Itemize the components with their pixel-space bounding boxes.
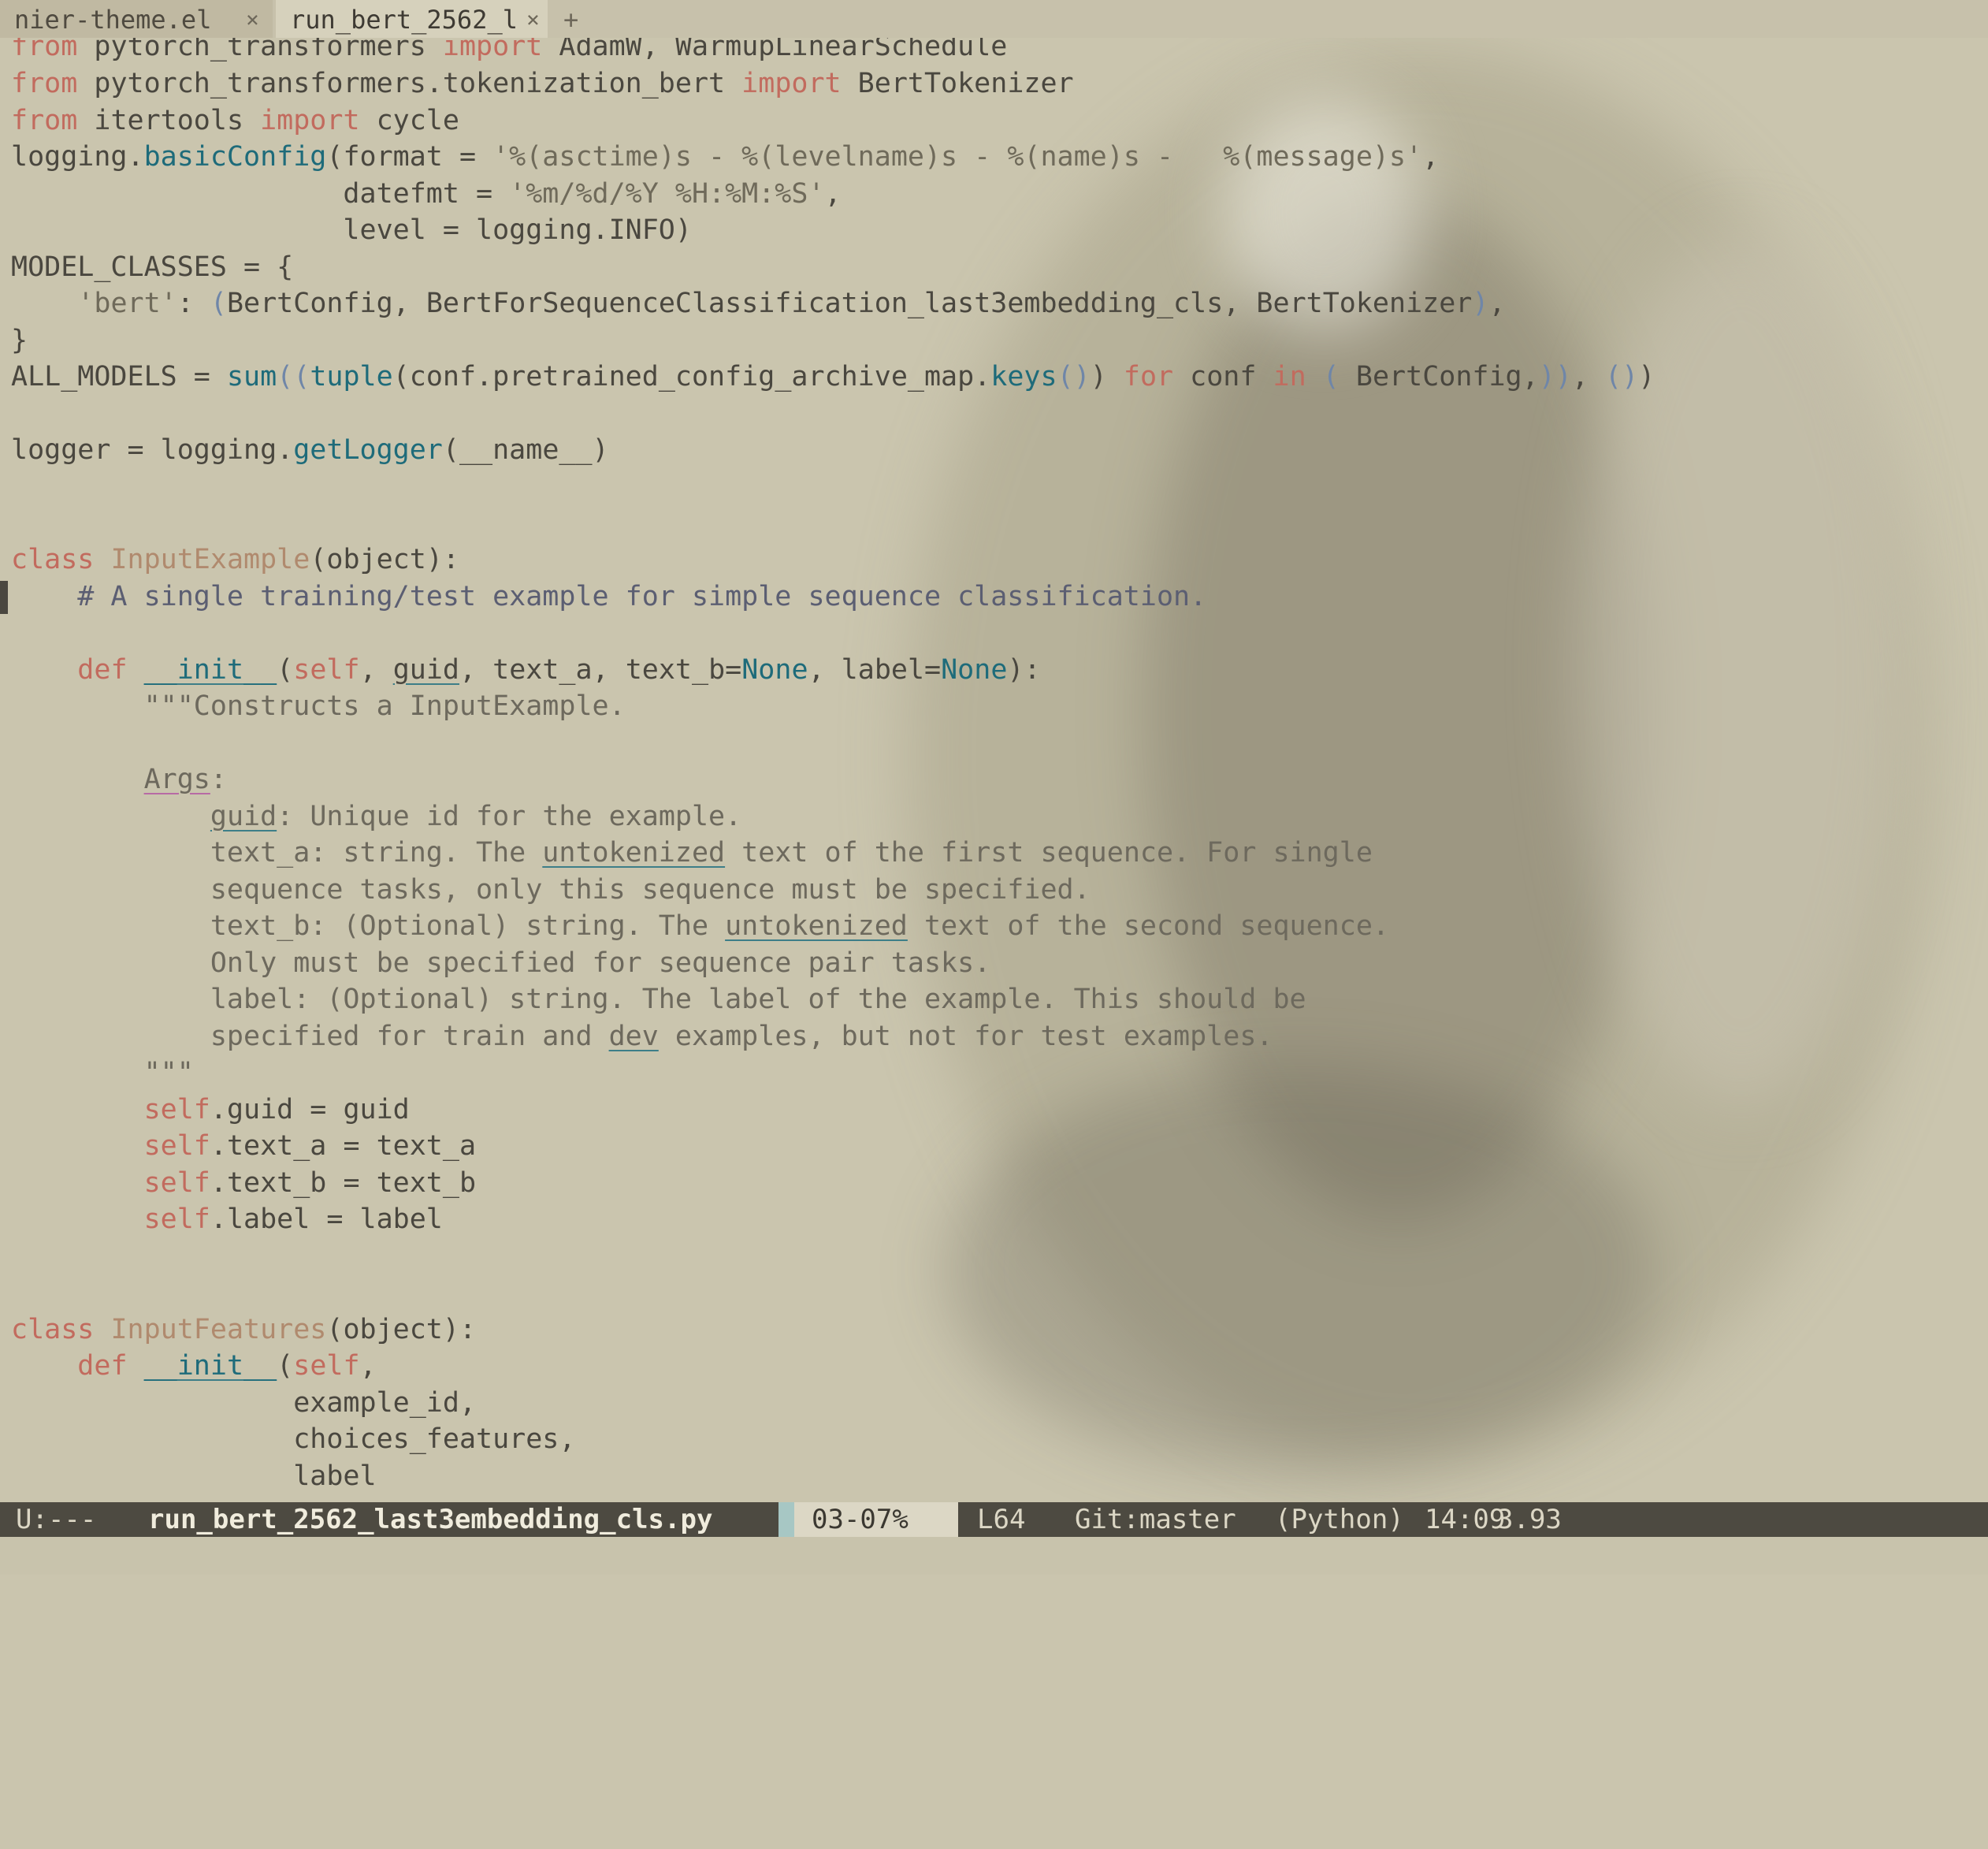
tab-label: nier-theme.el <box>14 5 212 35</box>
code-line: # A single training/test example for sim… <box>11 581 1207 612</box>
code-line: label <box>11 1460 377 1492</box>
code-line: ALL_MODELS = sum((tuple(conf.pretrained_… <box>11 361 1655 392</box>
code-line: level = logging.INFO) <box>11 214 692 246</box>
tab-run-bert[interactable]: run_bert_2562_l × <box>276 0 548 38</box>
tab-label: run_bert_2562_l <box>290 5 518 35</box>
tab-nier-theme[interactable]: nier-theme.el × <box>0 0 273 38</box>
clock: 14:09 <box>1425 1504 1506 1535</box>
new-tab-button[interactable]: + <box>563 0 578 38</box>
code-line: from itertools import cycle <box>11 105 459 136</box>
code-line: text_a: string. The untokenized text of … <box>11 837 1373 869</box>
code-line: """Constructs a InputExample. <box>11 690 626 722</box>
mode-line: U:--- run_bert_2562_last3embedding_cls.p… <box>0 1502 1988 1537</box>
modeline-separator <box>778 1502 794 1537</box>
code-line: logger = logging.getLogger(__name__) <box>11 434 609 466</box>
code-line: sequence tasks, only this sequence must … <box>11 874 1091 906</box>
code-line: 'bert': (BertConfig, BertForSequenceClas… <box>77 288 1506 319</box>
close-icon[interactable]: × <box>520 0 546 38</box>
code-editor[interactable]: from pytorch_transformers import AdamW, … <box>11 0 1981 1497</box>
code-line: specified for train and dev examples, bu… <box>11 1021 1273 1052</box>
code-line: def __init__(self, guid, text_a, text_b=… <box>77 654 1041 686</box>
code-line: self.text_b = text_b <box>143 1167 477 1199</box>
code-line: logging.basicConfig(format = '%(asctime)… <box>11 141 1440 173</box>
buffer-position: 03-07% <box>794 1502 958 1537</box>
code-line: MODEL_CLASSES = { <box>11 251 294 283</box>
code-line: datefmt = '%m/%d/%Y %H:%M:%S', <box>11 178 842 210</box>
code-line: self.label = label <box>143 1204 443 1235</box>
code-line: Only must be specified for sequence pair… <box>11 947 991 979</box>
code-line: Args: <box>143 764 227 795</box>
buffer-state: U:--- <box>16 1504 97 1535</box>
code-line: self.text_a = text_a <box>143 1130 477 1162</box>
code-line: choices_features, <box>11 1423 576 1455</box>
code-line: text_b: (Optional) string. The untokeniz… <box>11 910 1389 942</box>
code-line: """ <box>11 1057 194 1088</box>
code-line: self.guid = guid <box>143 1094 410 1125</box>
code-line: class InputExample(object): <box>11 544 459 575</box>
text-cursor <box>0 581 8 614</box>
load-average: 3.93 <box>1497 1504 1562 1535</box>
code-line: guid: Unique id for the example. <box>210 801 742 832</box>
code-line: example_id, <box>11 1387 477 1419</box>
code-line: class InputFeatures(object): <box>11 1314 477 1345</box>
major-mode[interactable]: (Python) <box>1275 1502 1404 1537</box>
tab-bar: nier-theme.el × run_bert_2562_l × + <box>0 0 1988 38</box>
close-icon[interactable]: × <box>246 0 259 39</box>
code-line: def __init__(self, <box>77 1350 377 1382</box>
git-branch[interactable]: Git:master <box>1075 1502 1236 1537</box>
buffer-filename[interactable]: run_bert_2562_last3embedding_cls.py <box>148 1502 712 1537</box>
code-line: } <box>11 325 28 356</box>
code-line: label: (Optional) string. The label of t… <box>11 984 1306 1015</box>
echo-area[interactable] <box>0 1537 1988 1575</box>
code-line: from pytorch_transformers.tokenization_b… <box>11 68 1074 99</box>
line-number: L64 <box>977 1504 1026 1535</box>
